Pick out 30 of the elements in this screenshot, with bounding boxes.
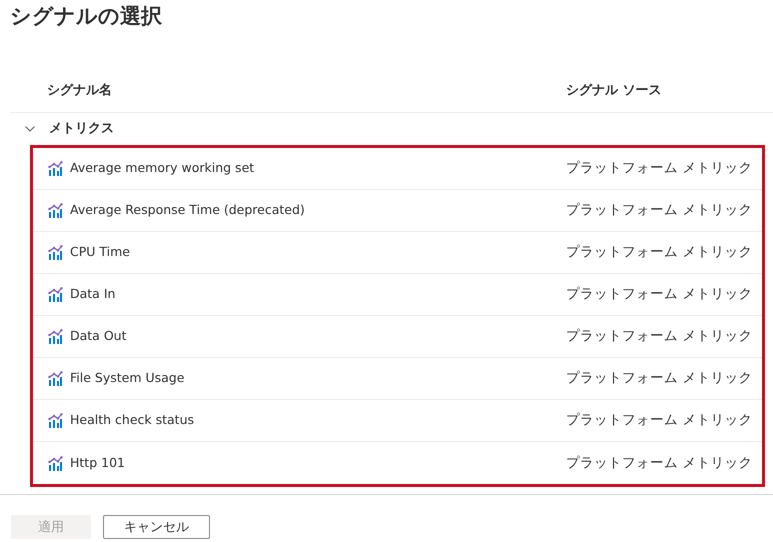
chart-icon — [48, 287, 63, 302]
signal-source: プラットフォーム メトリック — [566, 411, 752, 430]
chart-icon — [48, 329, 63, 344]
signal-name[interactable]: Http 101 — [70, 454, 125, 472]
column-header: シグナル名 — [47, 83, 112, 98]
signal-name[interactable]: Average memory working set — [70, 159, 254, 178]
chart-icon — [48, 371, 63, 386]
signal-source: プラットフォーム メトリック — [566, 159, 752, 178]
signal-name[interactable]: CPU Time — [70, 243, 130, 262]
signal-source: プラットフォーム メトリック — [566, 454, 752, 473]
column-header: シグナル ソース — [566, 83, 662, 98]
group-label: メトリクス — [49, 120, 114, 138]
signal-source: プラットフォーム メトリック — [566, 201, 752, 220]
chart-icon — [48, 245, 63, 260]
signal-source: プラットフォーム メトリック — [566, 285, 752, 304]
signal-name[interactable]: Health check status — [70, 411, 194, 430]
dialog-title: シグナルの選択 — [9, 3, 163, 30]
chart-icon — [48, 413, 63, 428]
chart-icon — [48, 203, 63, 218]
signal-name[interactable]: Data In — [70, 285, 116, 304]
chevron-down-icon[interactable] — [25, 126, 35, 132]
signal-name[interactable]: Average Response Time (deprecated) — [70, 201, 305, 220]
signal-source: プラットフォーム メトリック — [566, 243, 752, 262]
signal-source: プラットフォーム メトリック — [566, 327, 752, 346]
chart-icon — [48, 456, 63, 470]
chart-icon — [48, 161, 63, 176]
cancel-button[interactable]: キャンセル — [103, 515, 210, 539]
signal-source: プラットフォーム メトリック — [566, 369, 752, 388]
signal-name[interactable]: File System Usage — [70, 369, 184, 388]
signal-name[interactable]: Data Out — [70, 327, 126, 346]
